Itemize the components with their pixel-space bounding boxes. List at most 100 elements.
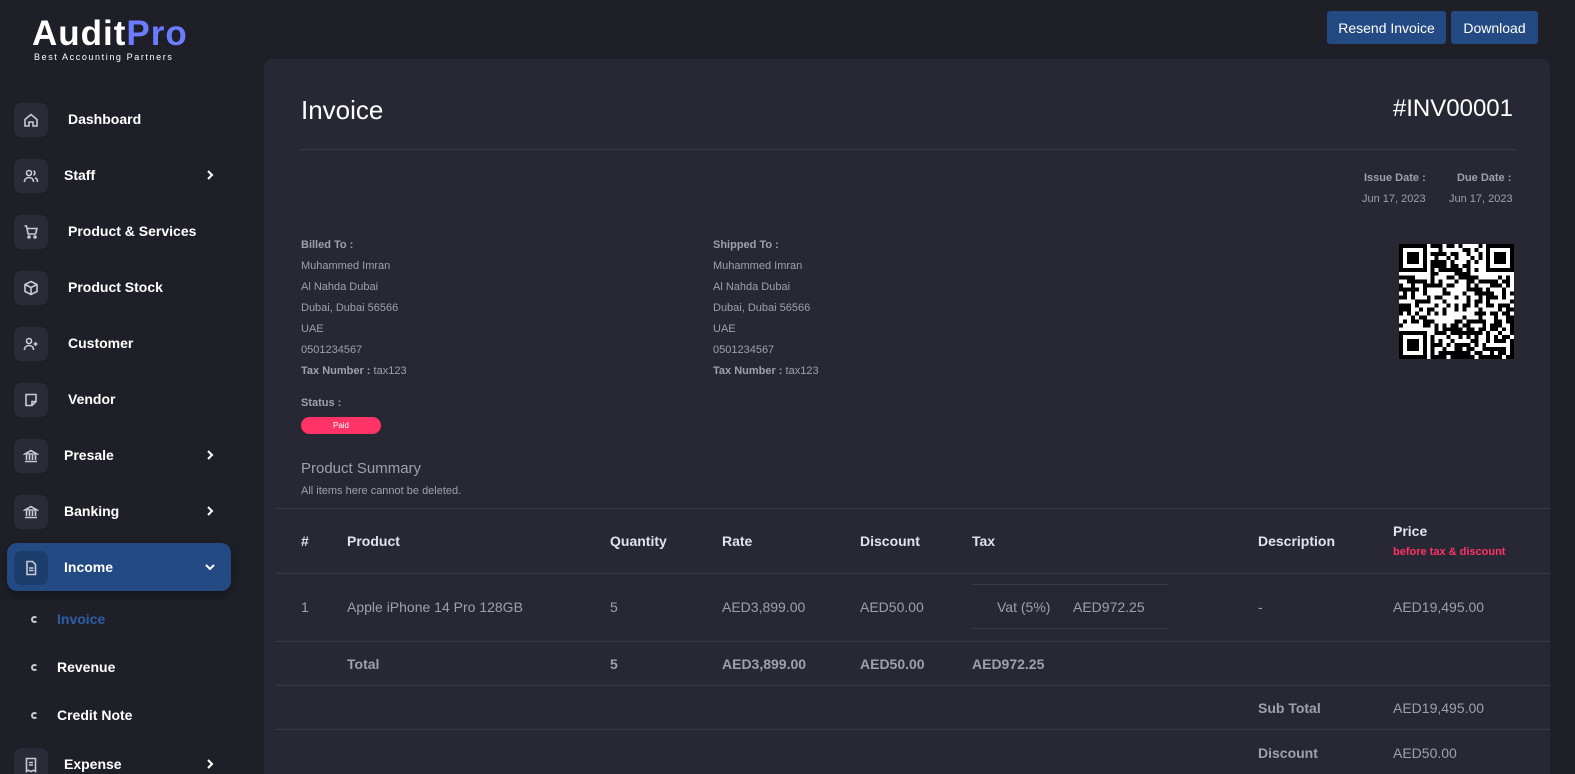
sidebar-item-label: Vendor (68, 391, 116, 407)
table-border (276, 641, 1550, 642)
sidebar-item-label: Customer (68, 335, 134, 351)
issue-date-value: Jun 17, 2023 (1362, 193, 1426, 205)
row-description: - (1258, 599, 1263, 615)
divider (301, 149, 1515, 150)
row-tax-cell: Vat (5%) AED972.25 (972, 584, 1168, 629)
qr-code-icon (1399, 244, 1514, 359)
row-product: Apple iPhone 14 Pro 128GB (347, 599, 523, 615)
sidebar-item-expense[interactable]: Expense (7, 740, 231, 774)
billed-to-block: Billed To : Muhammed Imran Al Nahda Duba… (301, 235, 407, 382)
sidebar-item-vendor[interactable]: Vendor (7, 375, 231, 423)
sidebar-item-customer[interactable]: Customer (7, 319, 231, 367)
sub-total-value: AED19,495.00 (1393, 700, 1485, 716)
table-border (276, 729, 1550, 730)
sidebar-item-staff[interactable]: Staff (7, 151, 231, 199)
status-label: Status : (301, 397, 342, 409)
sidebar-item-income[interactable]: Income (7, 543, 231, 591)
row-quantity: 5 (610, 599, 618, 615)
product-summary-title: Product Summary (301, 460, 422, 477)
cart-icon (14, 215, 48, 249)
sidebar-subitem-label: Revenue (57, 659, 116, 675)
file-icon (14, 551, 48, 585)
sidebar-item-presale[interactable]: Presale (7, 431, 231, 479)
sidebar-item-label: Presale (64, 447, 114, 463)
discount-value: AED50.00 (1393, 745, 1457, 761)
table-border (276, 508, 1550, 509)
invoice-card: Invoice #INV00001 Issue Date : Jun 17, 2… (264, 59, 1550, 774)
logo-word-b: Pro (126, 14, 188, 53)
total-rate: AED3,899.00 (722, 656, 807, 672)
column-header-quantity: Quantity (610, 533, 667, 549)
column-header-tax: Tax (972, 533, 996, 549)
note-icon (14, 383, 48, 417)
sidebar-subitem-invoice[interactable]: Invoice (31, 609, 105, 629)
chevron-right-icon (203, 448, 217, 462)
total-label: Total (347, 656, 380, 672)
sidebar-subitem-credit-note[interactable]: Credit Note (31, 705, 132, 725)
column-header-rate: Rate (722, 533, 753, 549)
sidebar-subitem-revenue[interactable]: Revenue (31, 657, 115, 677)
row-rate: AED3,899.00 (722, 599, 806, 615)
product-summary-note: All items here cannot be deleted. (301, 485, 462, 497)
billed-to-heading: Billed To : (301, 239, 354, 251)
sidebar-item-label: Dashboard (68, 111, 142, 127)
chevron-down-icon (203, 560, 217, 574)
logo-tagline: Best Accounting Partners (34, 52, 174, 62)
issue-date-label: Issue Date : (1364, 172, 1426, 184)
billed-phone: 0501234567 (301, 344, 363, 356)
sidebar-item-banking[interactable]: Banking (7, 487, 231, 535)
sidebar-item-label: Income (64, 559, 114, 575)
discount-label: Discount (1258, 745, 1318, 761)
receipt-icon (14, 748, 48, 774)
home-icon (14, 103, 48, 137)
sidebar-item-product-stock[interactable]: Product Stock (7, 263, 231, 311)
users-icon (14, 159, 48, 193)
tax-number-value: tax123 (782, 365, 819, 377)
bank-icon (14, 495, 48, 529)
status-badge: Paid (301, 417, 381, 434)
resend-invoice-button[interactable]: Resend Invoice (1327, 11, 1446, 44)
row-discount: AED50.00 (860, 599, 924, 615)
logo-word-a: Audit (32, 14, 127, 53)
sidebar-item-label: Staff (64, 167, 96, 183)
sidebar-item-label: Banking (64, 503, 120, 519)
total-discount: AED50.00 (860, 656, 925, 672)
page-title: Invoice (301, 95, 384, 125)
billed-address-line2: Dubai, Dubai 56566 (301, 302, 399, 314)
column-header-price: Price (1393, 523, 1428, 539)
chevron-right-icon (203, 757, 217, 771)
column-header-discount: Discount (860, 533, 920, 549)
row-tax-name: Vat (5%) (997, 599, 1051, 615)
chevron-right-icon (203, 168, 217, 182)
shipped-to-heading: Shipped To : (713, 239, 779, 251)
invoice-number: #INV00001 (1392, 95, 1513, 122)
bullet-icon (31, 615, 38, 623)
sidebar-item-dashboard[interactable]: Dashboard (7, 95, 231, 143)
logo[interactable]: AuditPro Best Accounting Partners (32, 14, 188, 62)
due-date-value: Jun 17, 2023 (1449, 193, 1513, 205)
column-header-product: Product (347, 533, 400, 549)
shipped-to-block: Shipped To : Muhammed Imran Al Nahda Dub… (713, 235, 819, 382)
tax-number-value: tax123 (370, 365, 407, 377)
table-border (276, 685, 1550, 686)
row-price: AED19,495.00 (1393, 599, 1485, 615)
sidebar: AuditPro Best Accounting Partners Dashbo… (0, 0, 245, 774)
due-date-label: Due Date : (1457, 172, 1512, 184)
shipped-address-line1: Al Nahda Dubai (713, 281, 791, 293)
download-button[interactable]: Download (1451, 11, 1538, 44)
billed-name: Muhammed Imran (301, 260, 391, 272)
billed-tax-number: Tax Number : tax123 (301, 361, 407, 382)
column-header-num: # (301, 533, 309, 549)
box-icon (14, 271, 48, 305)
shipped-country: UAE (713, 323, 736, 335)
billed-country: UAE (301, 323, 324, 335)
sidebar-item-product-services[interactable]: Product & Services (7, 207, 231, 255)
price-note: before tax & discount (1393, 546, 1506, 558)
tax-number-label: Tax Number : (301, 365, 371, 377)
total-tax: AED972.25 (972, 656, 1045, 672)
sidebar-item-label: Expense (64, 756, 122, 772)
shipped-address-line2: Dubai, Dubai 56566 (713, 302, 811, 314)
sub-total-label: Sub Total (1258, 700, 1321, 716)
user-plus-icon (14, 327, 48, 361)
row-num: 1 (301, 599, 309, 615)
